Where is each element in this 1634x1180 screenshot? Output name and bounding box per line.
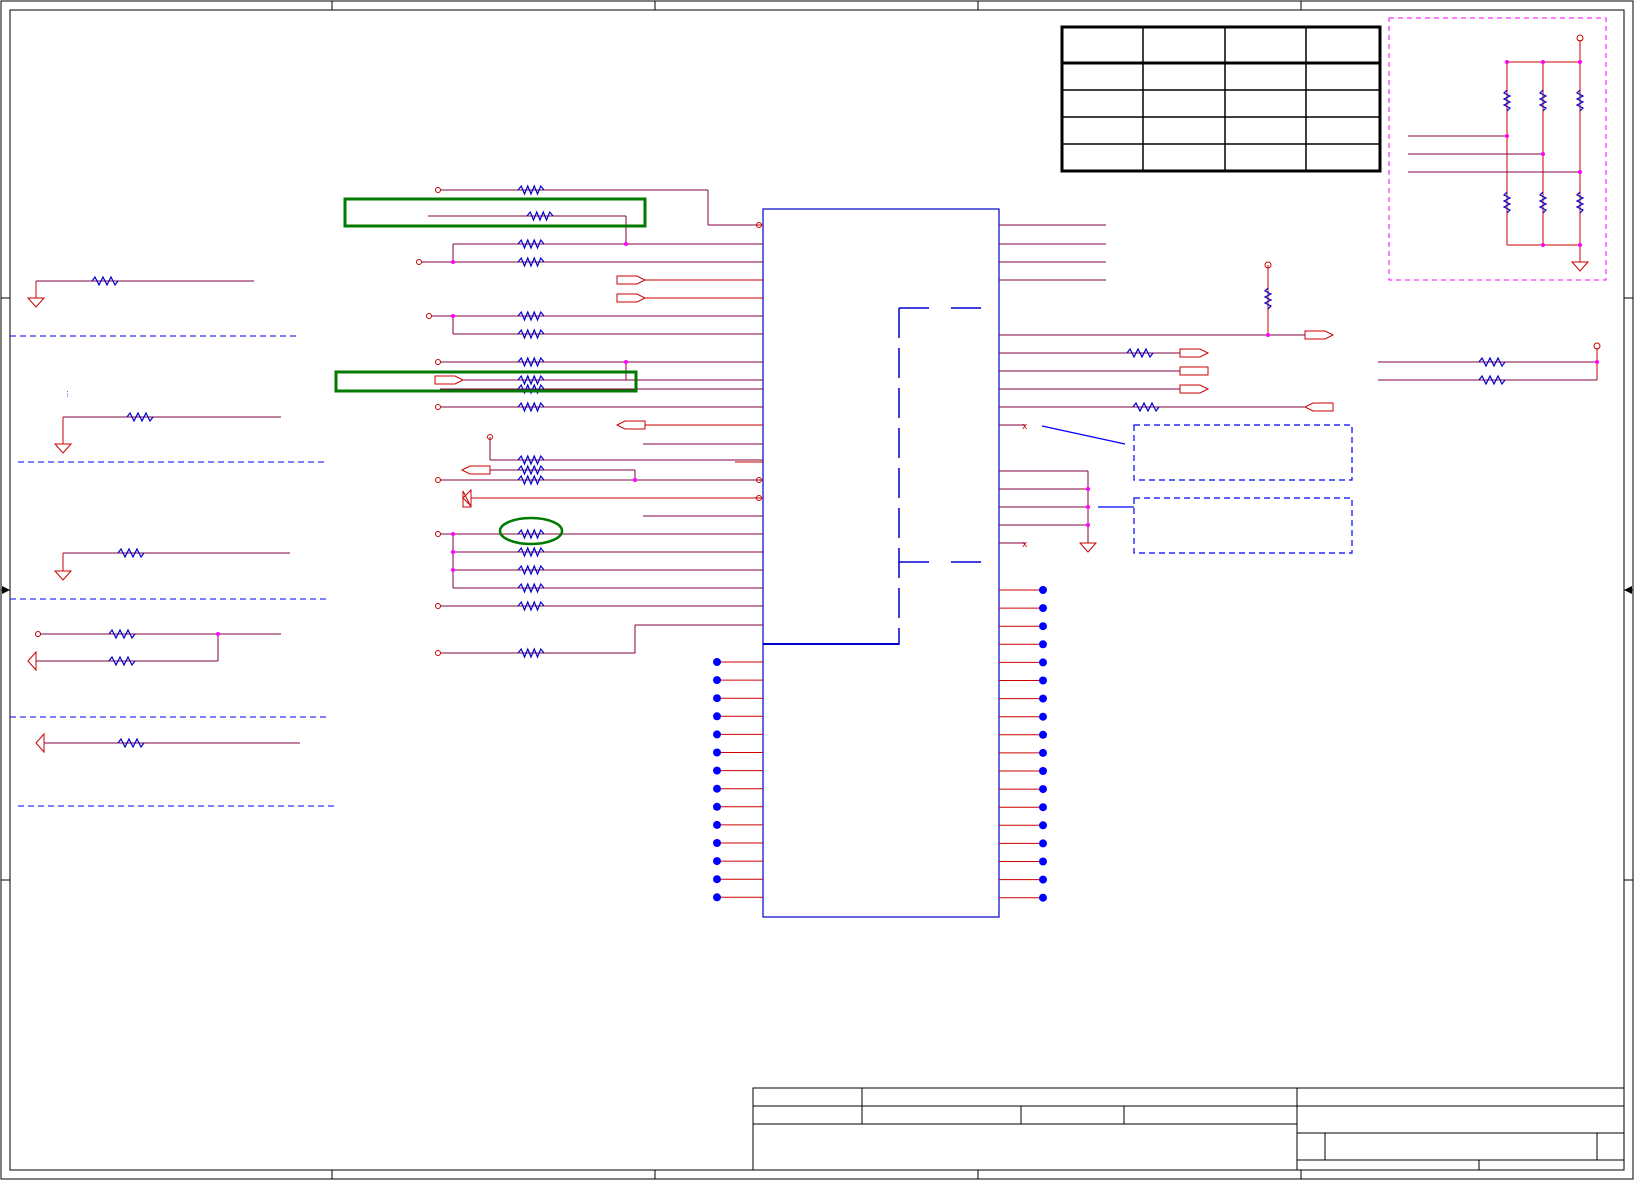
ground-icon xyxy=(26,297,46,308)
nc-left-dot-2 xyxy=(713,676,721,685)
callout-box-1 xyxy=(1133,424,1353,481)
no-connect-mark-2: x xyxy=(1022,540,1028,550)
nc-left-dot-13 xyxy=(713,875,721,884)
nc-right-dot-9 xyxy=(1039,730,1047,739)
nc-left-dot-7 xyxy=(713,766,721,775)
frame-arrow-markers xyxy=(2,586,1632,594)
nc-left-dot-6 xyxy=(713,748,721,757)
series-resistor-network xyxy=(421,184,763,659)
nc-left-dot-1 xyxy=(713,658,721,666)
nc-left-dot-11 xyxy=(713,839,721,847)
drawing-frame xyxy=(0,0,1634,1180)
ground-icon xyxy=(1570,261,1590,272)
inner-dashed-region xyxy=(763,307,999,645)
nc-right-dot-8 xyxy=(1039,712,1047,721)
nc-right-dot-7 xyxy=(1039,694,1047,703)
nc-right-dot-13 xyxy=(1039,803,1047,812)
right-pullup-pair xyxy=(1378,342,1601,386)
schematic-sheet: x x ⋮ xyxy=(0,0,1634,1180)
nc-left-dot-12 xyxy=(713,857,721,866)
nc-right-dot-3 xyxy=(1039,622,1047,631)
ic-left-pins xyxy=(645,224,763,626)
callout-box-2 xyxy=(1133,497,1353,554)
highlight-annotations xyxy=(334,197,647,546)
series-network-terminals xyxy=(416,187,762,656)
revision-table xyxy=(1060,25,1382,173)
main-ic-block xyxy=(762,208,1000,918)
highlight-box-lower xyxy=(334,370,638,393)
nc-right-dot-6 xyxy=(1039,676,1047,685)
nc-right-dot-11 xyxy=(1039,767,1047,775)
nc-right-dot-14 xyxy=(1039,821,1047,830)
nc-left-dot-9 xyxy=(713,802,721,811)
nc-right-dot-12 xyxy=(1039,785,1047,794)
nc-right-dot-1 xyxy=(1039,586,1047,594)
nc-right-dot-18 xyxy=(1039,893,1047,902)
nc-left-dot-10 xyxy=(713,820,721,829)
left-option-blocks: ⋮ xyxy=(10,275,336,807)
nc-right-dot-5 xyxy=(1039,658,1047,667)
highlight-ellipse xyxy=(498,516,564,546)
right-series-resistors xyxy=(1126,347,1160,413)
no-connect-mark-1: x xyxy=(1022,422,1028,432)
right-side-signals: x x xyxy=(999,224,1335,553)
nc-left-dot-8 xyxy=(713,784,721,793)
nc-right-dot-10 xyxy=(1039,748,1047,757)
nc-right-dot-2 xyxy=(1039,604,1047,613)
nc-right-dot-17 xyxy=(1039,875,1047,884)
nc-right-dot-4 xyxy=(1039,640,1047,649)
nc-left-dot-4 xyxy=(713,712,721,721)
series-network-wiring xyxy=(452,190,763,653)
ic-right-pins xyxy=(999,224,1010,544)
nc-right-dot-16 xyxy=(1039,857,1047,866)
vertical-ellipsis: ⋮ xyxy=(64,390,71,398)
pullup-pulldown-option-block xyxy=(1388,17,1607,281)
highlight-box-upper xyxy=(343,197,647,228)
nc-right-dot-15 xyxy=(1039,839,1047,848)
title-block xyxy=(752,1087,1625,1171)
nc-left-dot-3 xyxy=(713,694,721,703)
ground-icon xyxy=(53,570,73,581)
nc-left-dot-5 xyxy=(713,730,721,739)
ground-icon xyxy=(53,443,73,454)
nc-left-dot-14 xyxy=(713,893,721,902)
